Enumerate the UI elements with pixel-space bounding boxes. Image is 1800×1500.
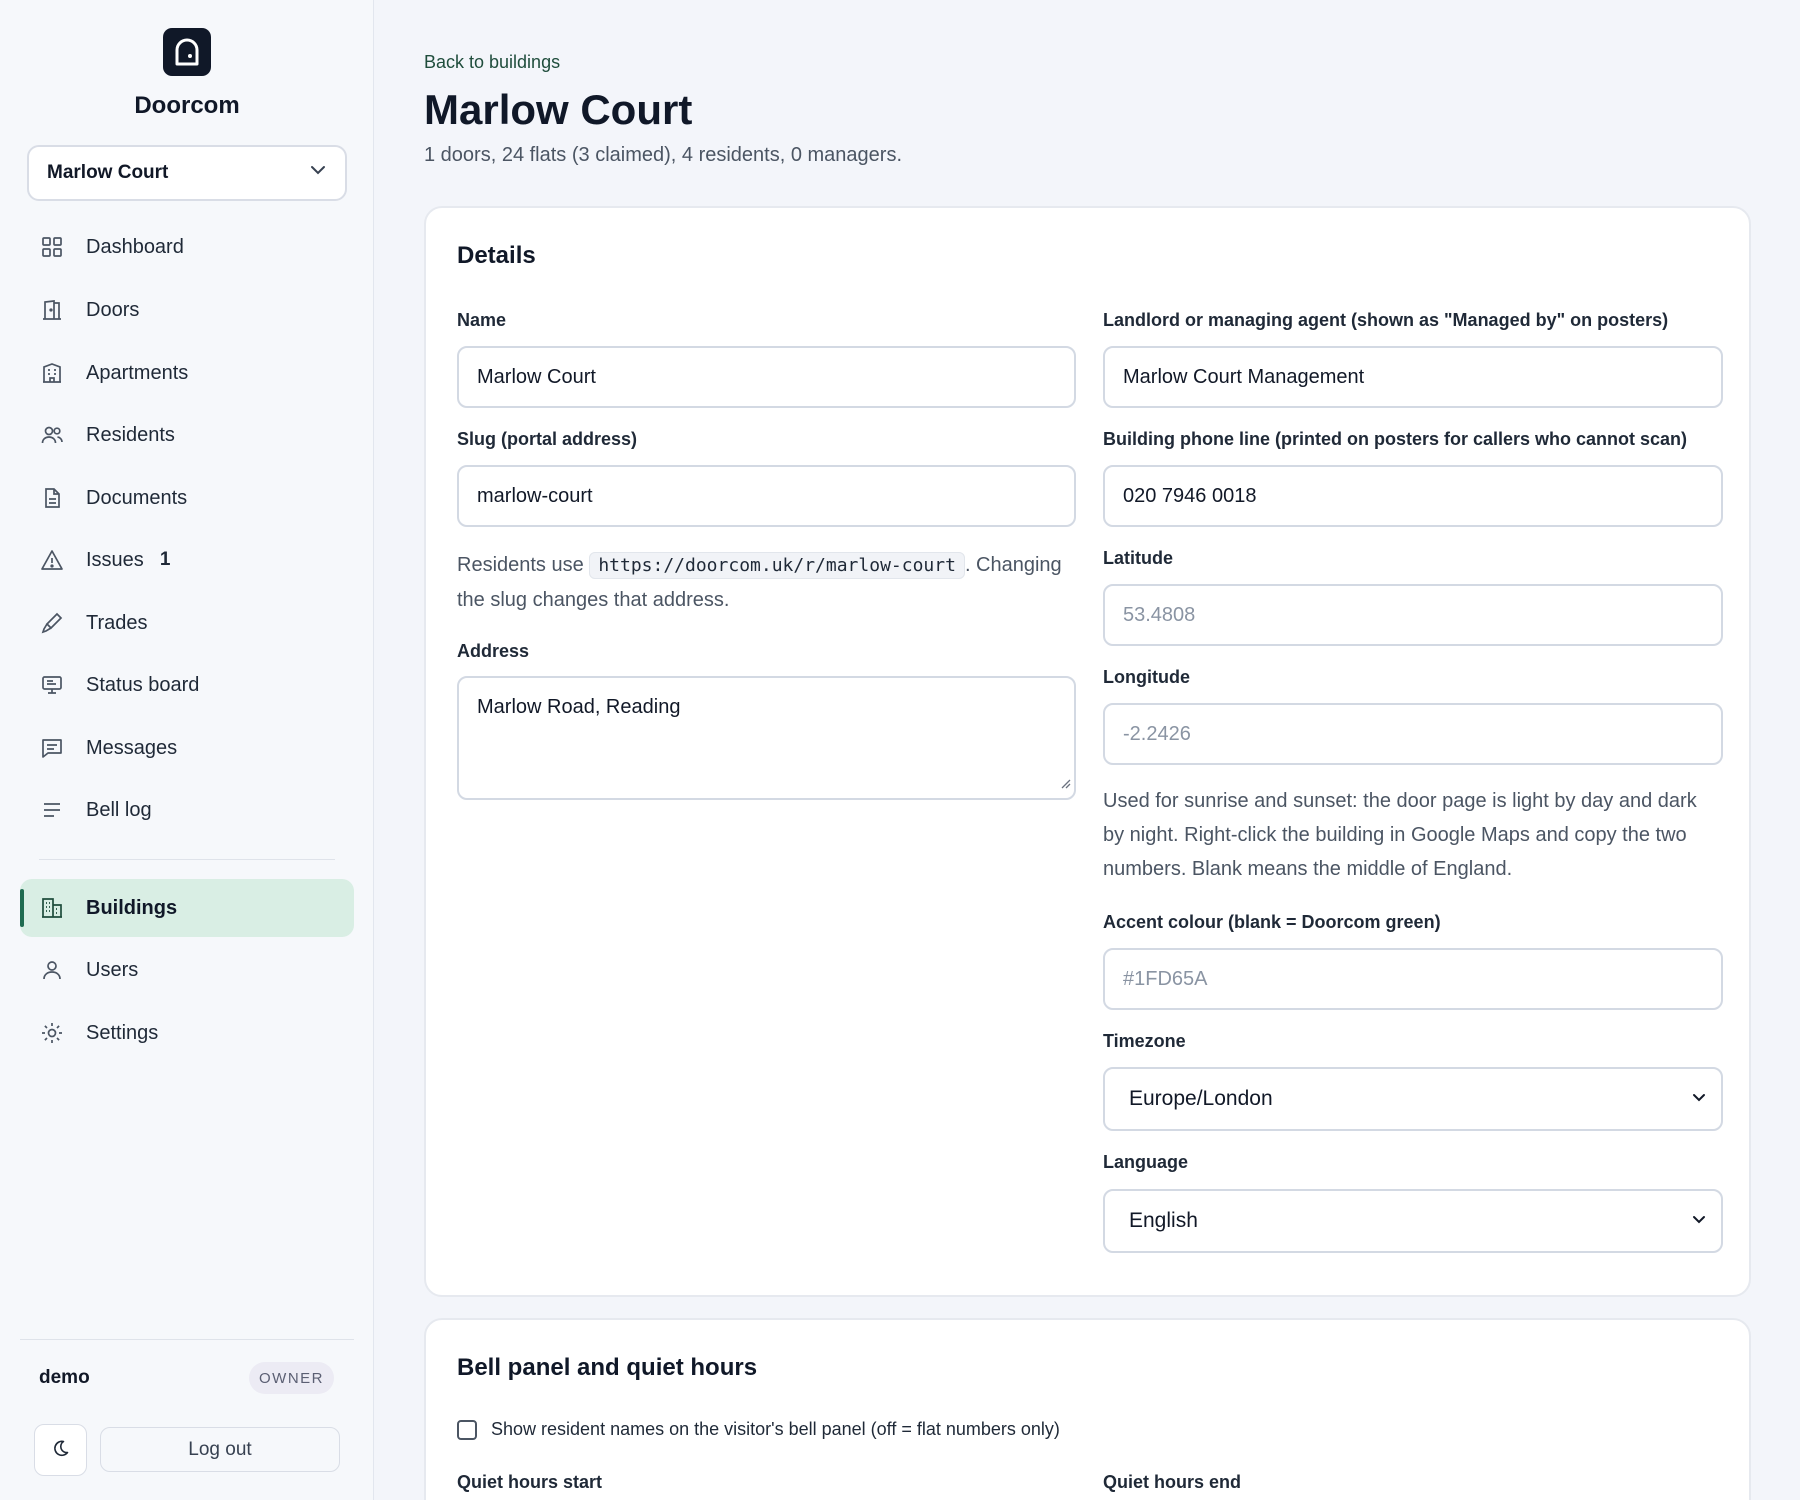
sidebar-item-label: Issues — [86, 548, 144, 571]
longitude-label: Longitude — [1103, 667, 1190, 687]
sidebar-item-bell-log[interactable]: Bell log — [20, 781, 354, 839]
monitor-icon — [40, 673, 64, 697]
building-selector-value: Marlow Court — [47, 162, 169, 183]
bell-panel-title: Bell panel and quiet hours — [457, 1354, 758, 1381]
sidebar-item-label: Users — [86, 958, 139, 981]
sidebar-item-label: Buildings — [86, 896, 178, 919]
latitude-label: Latitude — [1103, 548, 1173, 568]
sidebar-item-issues[interactable]: Issues 1 — [20, 531, 354, 589]
role-badge: OWNER — [249, 1362, 334, 1394]
building-selector[interactable]: Marlow Court — [27, 145, 347, 201]
back-to-buildings-link[interactable]: Back to buildings — [424, 52, 560, 73]
geo-help-text: Used for sunrise and sunset: the door pa… — [1103, 790, 1697, 880]
warning-icon — [40, 548, 64, 572]
brush-icon — [40, 611, 64, 635]
latitude-input[interactable]: 53.4808 — [1103, 584, 1723, 646]
details-title: Details — [457, 242, 536, 269]
quiet-hours-end-label: Quiet hours end — [1103, 1472, 1242, 1492]
name-label: Name — [457, 310, 507, 330]
resize-handle-icon[interactable] — [1059, 772, 1071, 795]
dashboard-icon — [40, 235, 64, 259]
show-names-label: Show resident names on the visitor's bel… — [491, 1419, 1060, 1439]
accent-colour-input[interactable]: #1FD65A — [1103, 948, 1723, 1010]
page-title: Marlow Court — [424, 86, 693, 133]
phone-input[interactable]: 020 7946 0018 — [1103, 465, 1723, 527]
timezone-value: Europe/London — [1129, 1087, 1273, 1110]
phone-label: Building phone line (printed on posters … — [1103, 429, 1688, 449]
list-icon — [40, 798, 64, 822]
sidebar-item-label: Bell log — [86, 798, 152, 821]
sidebar-item-label: Documents — [86, 486, 188, 509]
moon-icon — [51, 1438, 71, 1463]
landlord-label: Landlord or managing agent (shown as "Ma… — [1103, 310, 1669, 330]
apartment-icon — [40, 361, 64, 385]
sidebar-item-label: Messages — [86, 736, 178, 759]
chevron-down-icon — [1691, 1209, 1707, 1233]
language-label: Language — [1103, 1152, 1189, 1172]
show-names-checkbox[interactable] — [457, 1419, 477, 1440]
brand-name: Doorcom — [134, 92, 240, 119]
sidebar-item-apartments[interactable]: Apartments — [20, 344, 354, 402]
address-value: Marlow Road, Reading — [477, 696, 681, 718]
quiet-hours-start-label: Quiet hours start — [457, 1472, 603, 1492]
sidebar-item-settings[interactable]: Settings — [20, 1004, 354, 1062]
details-card: Details Name Marlow Court Slug (portal a… — [424, 206, 1751, 1297]
sidebar-item-trades[interactable]: Trades — [20, 594, 354, 652]
page-subtitle: 1 doors, 24 flats (3 claimed), 4 residen… — [424, 144, 903, 166]
user-icon — [40, 958, 64, 982]
accent-label: Accent colour (blank = Doorcom green) — [1103, 912, 1441, 932]
portal-url-code: https://doorcom.uk/r/marlow-court — [589, 552, 965, 579]
residents-icon — [40, 423, 64, 447]
sidebar-item-doors[interactable]: Doors — [20, 281, 354, 339]
longitude-input[interactable]: -2.2426 — [1103, 703, 1723, 765]
sidebar-item-label: Doors — [86, 298, 140, 321]
slug-help-text: Residents use https://doorcom.uk/r/marlo… — [457, 548, 1082, 617]
landlord-input[interactable]: Marlow Court Management — [1103, 346, 1723, 408]
sidebar-item-dashboard[interactable]: Dashboard — [20, 218, 354, 276]
user-divider — [20, 1339, 354, 1340]
address-label: Address — [457, 641, 530, 661]
sidebar-item-residents[interactable]: Residents — [20, 406, 354, 464]
name-input[interactable]: Marlow Court — [457, 346, 1076, 408]
sidebar-item-status-board[interactable]: Status board — [20, 656, 354, 714]
document-icon — [40, 486, 64, 510]
language-value: English — [1129, 1209, 1198, 1232]
theme-toggle-button[interactable] — [34, 1424, 87, 1476]
sidebar-item-buildings[interactable]: Buildings — [20, 879, 354, 937]
slug-input[interactable]: marlow-court — [457, 465, 1076, 527]
sidebar-item-messages[interactable]: Messages — [20, 719, 354, 777]
slug-label: Slug (portal address) — [457, 429, 638, 449]
slug-help-prefix: Residents use — [457, 554, 584, 576]
sidebar-item-label: Residents — [86, 423, 175, 446]
buildings-icon — [40, 896, 64, 920]
nav-divider — [39, 859, 335, 860]
address-textarea[interactable]: Marlow Road, Reading — [457, 676, 1076, 800]
timezone-label: Timezone — [1103, 1031, 1186, 1051]
sidebar-item-label: Settings — [86, 1021, 159, 1044]
sidebar-item-documents[interactable]: Documents — [20, 469, 354, 527]
current-user-name: demo — [39, 1367, 90, 1388]
chevron-down-icon — [1691, 1087, 1707, 1111]
sidebar: Doorcom Marlow Court Dashboard Doors Apa… — [0, 0, 374, 1500]
doorcom-logo-icon — [163, 28, 211, 76]
sidebar-item-label: Status board — [86, 673, 200, 696]
door-icon — [40, 298, 64, 322]
timezone-select[interactable]: Europe/London — [1103, 1067, 1723, 1131]
bell-panel-card: Bell panel and quiet hours Show resident… — [424, 1318, 1751, 1500]
sidebar-item-label: Dashboard — [86, 235, 184, 258]
logout-button[interactable]: Log out — [100, 1427, 340, 1472]
show-names-row[interactable]: Show resident names on the visitor's bel… — [457, 1419, 1060, 1440]
settings-icon — [40, 1021, 64, 1045]
language-select[interactable]: English — [1103, 1189, 1723, 1253]
chevron-down-icon — [309, 161, 327, 185]
issues-count-badge: 1 — [159, 549, 171, 570]
sidebar-item-users[interactable]: Users — [20, 941, 354, 999]
message-icon — [40, 736, 64, 760]
sidebar-item-label: Apartments — [86, 361, 189, 384]
sidebar-item-label: Trades — [86, 611, 148, 634]
